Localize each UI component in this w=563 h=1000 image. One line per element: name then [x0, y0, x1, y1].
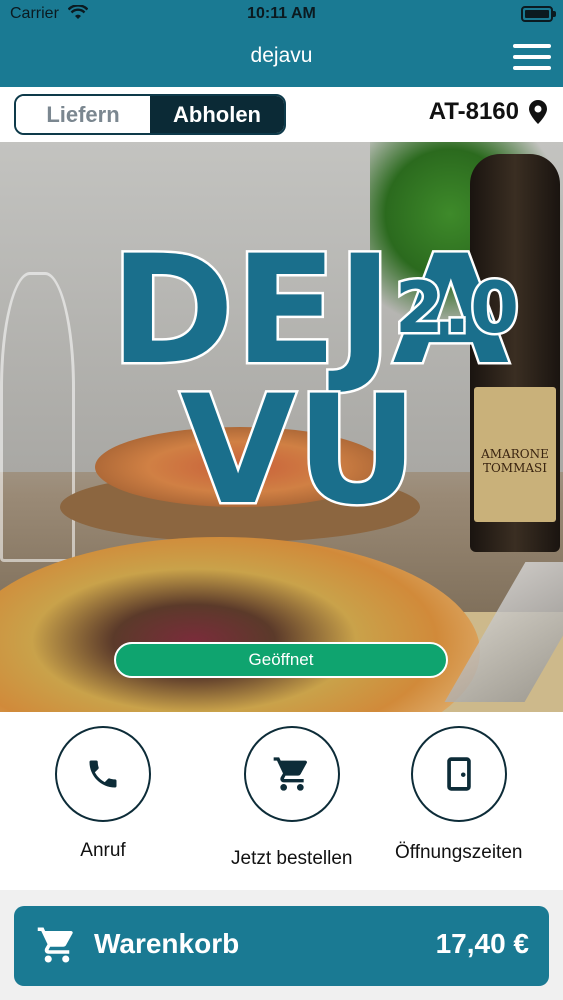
opening-hours-button[interactable] — [410, 726, 507, 822]
pickup-tab[interactable]: Abholen — [150, 96, 284, 133]
call-button[interactable] — [55, 726, 151, 822]
shopping-cart-icon — [273, 757, 307, 791]
quick-actions: Anruf Jetzt bestellen Öffnungszeiten — [0, 712, 563, 890]
phone-icon — [89, 760, 117, 788]
svg-text:VU: VU — [180, 364, 418, 538]
order-mode-bar: Liefern Abholen AT-8160 — [0, 87, 563, 142]
postal-code: AT-8160 — [428, 98, 519, 125]
call-action[interactable]: Anruf — [55, 726, 151, 862]
cart-button[interactable]: Warenkorb 17,40 € — [14, 906, 549, 986]
delivery-tab[interactable]: Liefern — [16, 96, 150, 133]
hero-image: AMARONE TOMMASI DEJA VU 2.0 Geöffnet — [0, 142, 563, 712]
nav-bar: dejavu — [0, 28, 563, 87]
hamburger-menu-icon[interactable] — [513, 44, 551, 70]
call-label: Anruf — [80, 840, 126, 861]
shopping-cart-icon — [37, 927, 73, 963]
order-mode-toggle: Liefern Abholen — [14, 94, 286, 135]
svg-text:2.0: 2.0 — [395, 267, 519, 349]
cart-label: Warenkorb — [94, 928, 240, 959]
order-now-action[interactable]: Jetzt bestellen — [231, 726, 352, 870]
order-now-button[interactable] — [243, 726, 340, 822]
door-icon — [446, 757, 471, 791]
clock: 10:11 AM — [247, 5, 316, 22]
battery-icon — [521, 6, 556, 22]
order-now-label: Jetzt bestellen — [231, 848, 353, 869]
restaurant-logo: DEJA VU 2.0 — [108, 222, 522, 541]
app-title: dejavu — [250, 44, 313, 67]
opening-hours-action[interactable]: Öffnungszeiten — [395, 726, 522, 864]
opening-hours-label: Öffnungszeiten — [395, 842, 523, 863]
status-bar: Carrier 10:11 AM — [0, 0, 563, 28]
cart-total: 17,40 € — [435, 928, 529, 959]
open-status-badge[interactable]: Geöffnet — [114, 642, 448, 678]
location-selector[interactable]: AT-8160 — [429, 98, 547, 126]
location-pin-icon — [529, 100, 547, 124]
